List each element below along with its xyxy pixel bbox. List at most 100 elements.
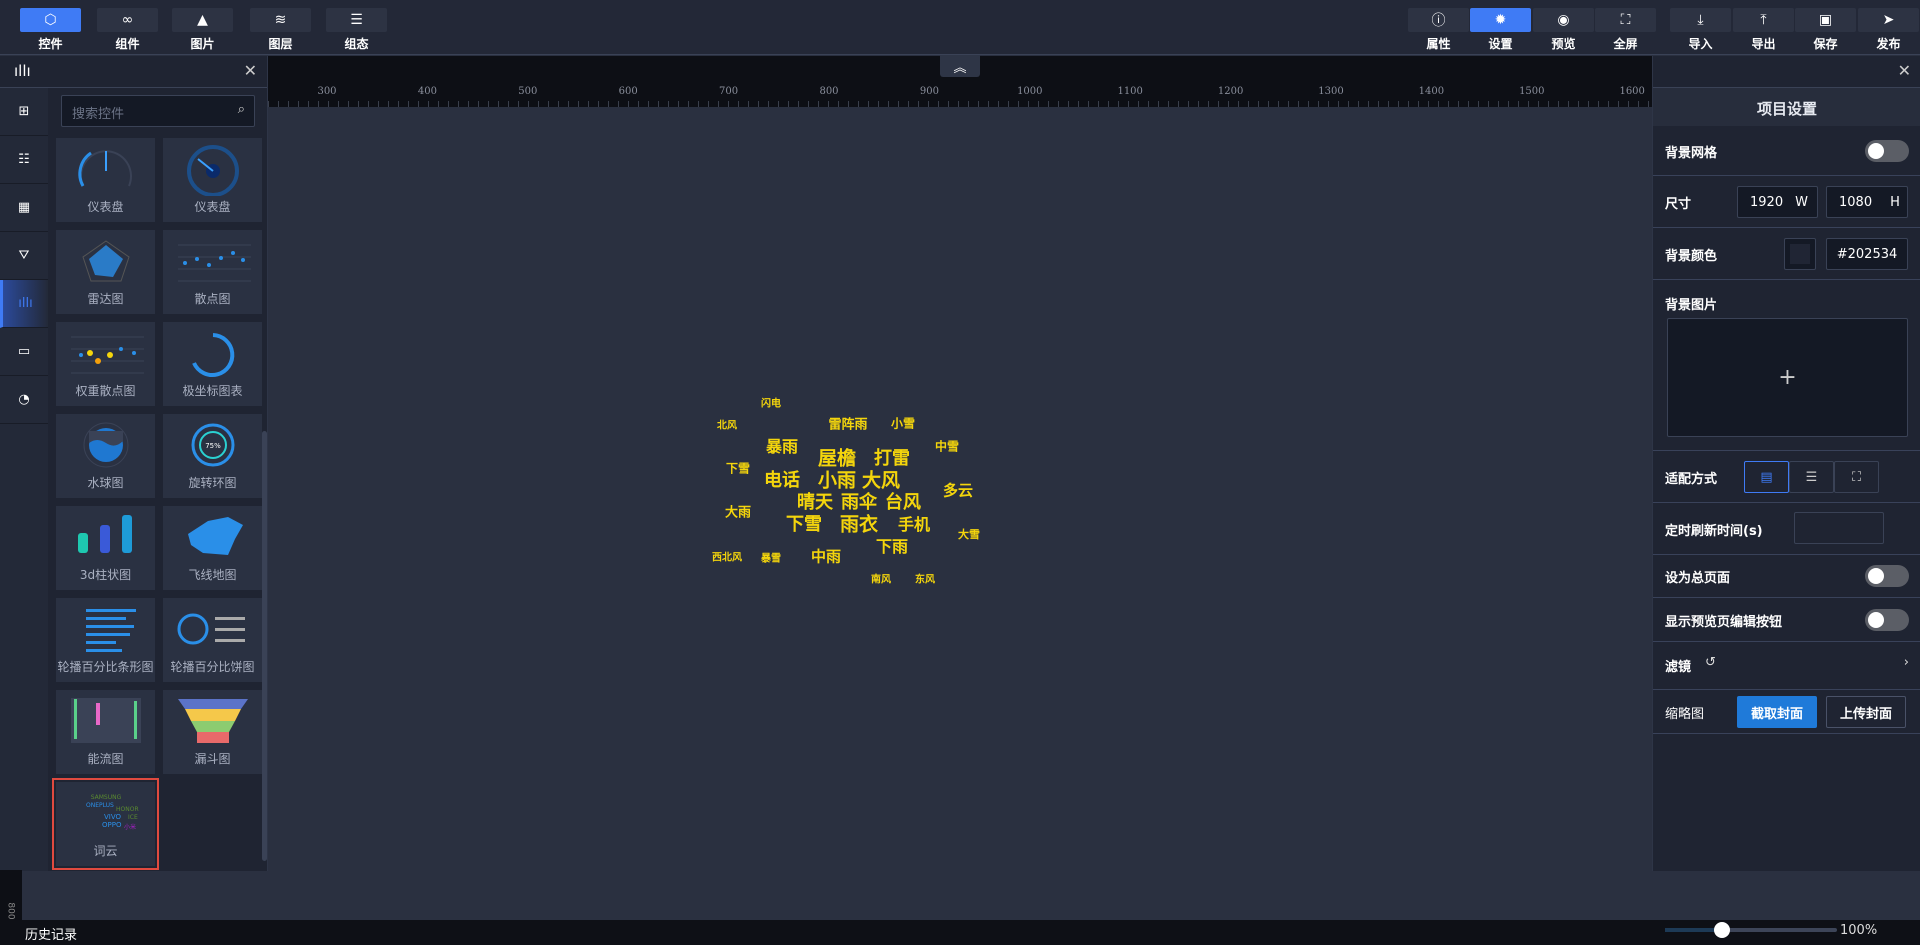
export-button[interactable]: ⤒ 导出 (1733, 8, 1794, 52)
vertical-ruler: 800 (0, 870, 22, 920)
component-card[interactable]: 散点图 (163, 230, 262, 314)
bg-color-input[interactable]: #202534 (1826, 238, 1908, 270)
zoom-slider-handle[interactable] (1713, 922, 1730, 938)
component-card[interactable]: 能流图 (56, 690, 155, 774)
word-cloud-word: 多云 (942, 481, 974, 500)
bottom-bar: 历史记录 100% (0, 920, 1920, 945)
component-card[interactable]: 极坐标图表 (163, 322, 262, 406)
home-page-toggle[interactable] (1865, 565, 1909, 587)
component-thumbnail (56, 322, 155, 382)
refresh-interval-input[interactable] (1794, 512, 1884, 544)
link-icon: ∞ (97, 8, 158, 32)
category-video-icon[interactable]: ▭ (0, 328, 48, 376)
category-grid-icon[interactable]: ⊞ (0, 88, 48, 136)
category-table-icon[interactable]: ▦ (0, 184, 48, 232)
component-thumbnail (56, 506, 155, 566)
bg-grid-toggle[interactable] (1865, 140, 1909, 162)
collapse-toolbar-button[interactable]: ︽ (940, 55, 980, 77)
eye-icon: ◉ (1533, 8, 1594, 32)
category-bar-chart-icon[interactable]: ıllı (0, 280, 48, 328)
component-label: 漏斗图 (194, 752, 231, 766)
panel-scrollbar[interactable] (262, 431, 267, 861)
fit-mode-label: 适配方式 (1665, 472, 1718, 487)
tab-components[interactable]: ∞ 组件 (97, 8, 158, 52)
tab-controls[interactable]: ⬡ 控件 (20, 8, 81, 52)
save-button[interactable]: ▣ 保存 (1795, 8, 1856, 52)
close-panel-button[interactable]: ✕ (244, 61, 257, 80)
fit-stretch-button[interactable]: ⛶ (1834, 461, 1879, 493)
show-edit-button-toggle[interactable] (1865, 609, 1909, 631)
bg-color-swatch[interactable] (1784, 238, 1816, 270)
word-cloud-word: 闪电 (761, 398, 781, 410)
reset-icon[interactable]: ↺ (1705, 655, 1716, 670)
category-filter-icon[interactable]: ⛛ (0, 232, 48, 280)
component-thumbnail (163, 138, 262, 198)
word-cloud-word: 东风 (915, 574, 935, 586)
component-label: 词云 (93, 844, 118, 858)
height-input[interactable]: 1080 H (1826, 186, 1908, 218)
ruler-label: 1000 (1017, 86, 1043, 97)
tab-layers[interactable]: ≋ 图层 (250, 8, 311, 52)
component-thumbnail (163, 506, 262, 566)
fit-width-button[interactable]: ▤ (1744, 461, 1789, 493)
word-cloud-word: 中雪 (934, 439, 960, 454)
component-card[interactable]: 漏斗图 (163, 690, 262, 774)
filter-row[interactable]: 滤镜 ↺ › (1653, 642, 1920, 690)
controls-panel: ıllı ✕ ⊞ ☷ ▦ ⛛ ıllı ▭ ◔ 搜索控件 ⌕ 仪表盘 仪表盘 雷达图 散… (0, 56, 268, 871)
ruler-label: 800 (819, 86, 839, 97)
tab-configuration[interactable]: ☰ 组态 (326, 8, 387, 52)
fullscreen-button[interactable]: ⛶ 全屏 (1595, 8, 1656, 52)
image-icon: ▲ (172, 8, 233, 32)
width-input[interactable]: 1920 W (1737, 186, 1818, 218)
tab-images[interactable]: ▲ 图片 (172, 8, 233, 52)
component-card[interactable]: 轮播百分比饼图 (163, 598, 262, 682)
word-cloud-word: 南风 (871, 574, 891, 586)
capture-cover-button[interactable]: 截取封面 (1737, 696, 1817, 728)
chevron-right-icon: › (1903, 655, 1909, 670)
save-icon: ▣ (1795, 8, 1856, 32)
component-label: 轮播百分比条形图 (57, 660, 154, 674)
zoom-slider[interactable] (1665, 922, 1837, 938)
show-edit-button-label: 显示预览页编辑按钮 (1665, 615, 1783, 630)
import-button[interactable]: ⤓ 导入 (1670, 8, 1731, 52)
settings-button[interactable]: ✹ 设置 (1470, 8, 1531, 52)
component-thumbnail (56, 690, 155, 750)
component-label: 仪表盘 (194, 200, 231, 214)
component-card[interactable]: 仪表盘 (56, 138, 155, 222)
bg-color-label: 背景颜色 (1665, 249, 1718, 264)
close-settings-button[interactable]: ✕ (1898, 61, 1911, 80)
history-button[interactable]: 历史记录 (25, 924, 77, 943)
properties-button[interactable]: ⓘ 属性 (1408, 8, 1469, 52)
publish-button[interactable]: ➤ 发布 (1858, 8, 1919, 52)
ruler-label: 300 (317, 86, 337, 97)
canvas[interactable] (268, 107, 1652, 920)
zoom-level: 100% (1840, 923, 1878, 938)
search-input[interactable]: 搜索控件 ⌕ (61, 95, 255, 127)
component-thumbnail (56, 230, 155, 290)
chevron-up-icon: ︽ (953, 60, 967, 76)
category-pie-chart-icon[interactable]: ◔ (0, 376, 48, 424)
category-sliders-icon[interactable]: ☷ (0, 136, 48, 184)
component-card[interactable]: 轮播百分比条形图 (56, 598, 155, 682)
search-icon[interactable]: ⌕ (238, 102, 245, 117)
component-thumbnail (56, 598, 155, 658)
component-card[interactable]: 雷达图 (56, 230, 155, 314)
component-card[interactable]: SAMSUNG ONEPLUS HONOR VIVO ICE OPPO 小米 词云 (52, 778, 159, 870)
ruler-label: 1200 (1217, 86, 1244, 97)
component-card[interactable]: 仪表盘 (163, 138, 262, 222)
svg-text:VIVO: VIVO (104, 813, 122, 821)
thumbnail-label: 缩略图 (1665, 707, 1705, 722)
bg-image-upload[interactable]: + (1667, 318, 1908, 437)
component-card[interactable]: 水球图 (56, 414, 155, 498)
filter-label: 滤镜 (1665, 660, 1692, 675)
fit-height-button[interactable]: ☰ (1789, 461, 1834, 493)
component-card[interactable]: 3d柱状图 (56, 506, 155, 590)
preview-button[interactable]: ◉ 预览 (1533, 8, 1594, 52)
upload-cover-button[interactable]: 上传封面 (1826, 696, 1906, 728)
svg-text:小米: 小米 (124, 823, 136, 831)
settings-panel: ✕ 项目设置 背景网格 尺寸 1920 W 1080 H 背景颜色 #202534 … (1652, 56, 1920, 871)
component-card[interactable]: 飞线地图 (163, 506, 262, 590)
component-card[interactable]: 75% 旋转环图 (163, 414, 262, 498)
component-card[interactable]: 权重散点图 (56, 322, 155, 406)
ruler-label: 900 (919, 86, 939, 97)
